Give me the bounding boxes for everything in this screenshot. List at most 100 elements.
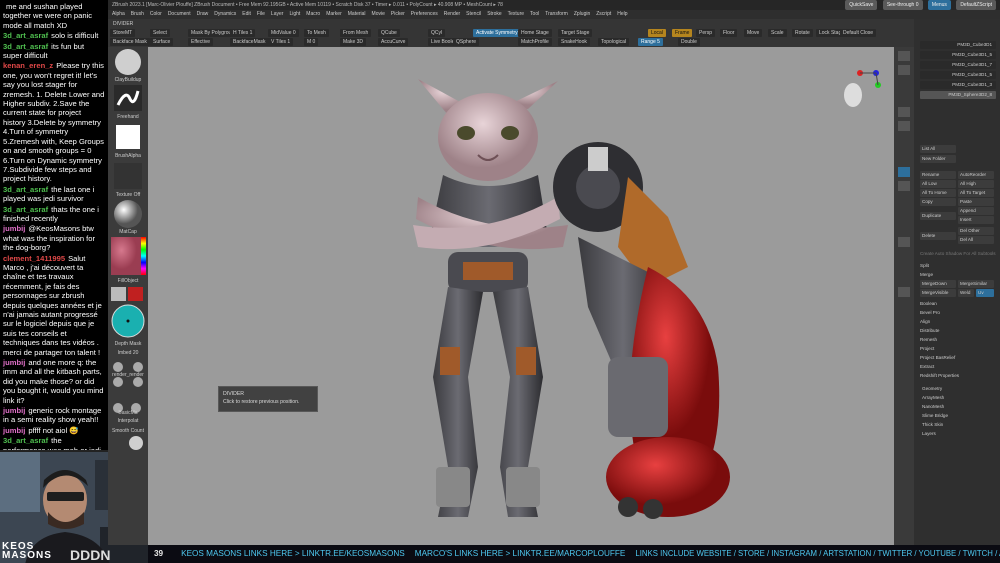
- menu-item-edit[interactable]: Edit: [242, 11, 251, 17]
- menus-button[interactable]: Menus: [927, 0, 951, 10]
- chat-username[interactable]: 3d_art_asraf: [3, 42, 48, 51]
- menu-item-dynamics[interactable]: Dynamics: [214, 11, 236, 17]
- toolbar-button[interactable]: Target Stage: [558, 29, 593, 37]
- toolbar-button[interactable]: Default Close: [840, 29, 877, 37]
- menu-item-layer[interactable]: Layer: [271, 11, 284, 17]
- panel-button[interactable]: Paste: [958, 198, 994, 206]
- menu-item-picker[interactable]: Picker: [391, 11, 405, 17]
- panel-section[interactable]: Extract: [920, 364, 934, 370]
- brushalpha-label[interactable]: BrushAlpha: [112, 153, 144, 159]
- panel-section[interactable]: Boolean: [920, 301, 937, 307]
- toolbar-button[interactable]: Rotate: [792, 29, 813, 37]
- menu-item-tool[interactable]: Tool: [530, 11, 539, 17]
- toolbar-button[interactable]: Surface: [150, 38, 174, 46]
- panel-subsection[interactable]: Layers: [922, 431, 936, 437]
- menu-item-brush[interactable]: Brush: [131, 11, 144, 17]
- chat-username[interactable]: kenan_eren_z: [3, 61, 53, 70]
- chat-username[interactable]: 3d_art_asraf: [3, 31, 48, 40]
- toolbar-button[interactable]: Double: [678, 38, 700, 46]
- panel-section[interactable]: Distribute: [920, 328, 939, 334]
- toolbar-button[interactable]: BackfaceMask: [230, 38, 269, 46]
- menu-item-material[interactable]: Material: [348, 11, 366, 17]
- toolbar-button[interactable]: Move: [744, 29, 763, 37]
- del-all-button[interactable]: Del All: [958, 236, 994, 244]
- texture-off-label[interactable]: Texture Off: [112, 192, 144, 198]
- chat-username[interactable]: jumbij: [3, 358, 25, 367]
- quicksave-button[interactable]: QuickSave: [845, 0, 878, 10]
- subtool-item[interactable]: PM3D_Sphere3D2_8: [920, 91, 996, 99]
- menu-item-document[interactable]: Document: [168, 11, 191, 17]
- canvas-viewport[interactable]: [148, 47, 894, 545]
- chat-username[interactable]: clement_1411995: [3, 254, 65, 263]
- chat-username[interactable]: jumbij: [3, 406, 25, 415]
- toolbar-button[interactable]: H Tiles 1: [230, 29, 256, 37]
- panel-section[interactable]: Project: [920, 346, 934, 352]
- panel-button[interactable]: Copy: [920, 198, 956, 206]
- claybuildup-label[interactable]: ClayBuildup: [112, 77, 144, 83]
- panel-subsection[interactable]: ArrayMesh: [922, 395, 944, 401]
- toolbar-button[interactable]: AccuCurve: [378, 38, 409, 46]
- toolbar-button[interactable]: Persp: [696, 29, 716, 37]
- menu-item-light[interactable]: Light: [289, 11, 300, 17]
- toolbar-button[interactable]: StoreMT: [110, 29, 136, 37]
- toolbar-button[interactable]: To Mesh: [304, 29, 329, 37]
- default-zscript-button[interactable]: DefaultZScript: [956, 0, 996, 10]
- toolbar-button[interactable]: Effective: [188, 38, 214, 46]
- toolbar-button[interactable]: Scale: [768, 29, 787, 37]
- duplicate-button[interactable]: Duplicate: [920, 212, 956, 220]
- menu-item-macro[interactable]: Macro: [306, 11, 320, 17]
- basic-material-label[interactable]: BasicMa: [112, 410, 144, 416]
- toolbar-button[interactable]: Floor: [720, 29, 738, 37]
- menu-item-zscript[interactable]: Zscript: [596, 11, 611, 17]
- depth-mask-label[interactable]: Depth Mask: [112, 341, 144, 347]
- subtool-item[interactable]: PM3D_Cube3D1_7: [920, 61, 996, 69]
- panel-section[interactable]: Remesh: [920, 337, 937, 343]
- panel-button[interactable]: All To Home: [920, 189, 956, 197]
- chat-username[interactable]: 3d_art_asraf: [3, 205, 48, 214]
- matcap-label[interactable]: MatCap: [112, 229, 144, 235]
- banner-text[interactable]: KEOS MASONS LINKS HERE > LINKTR.EE/KEOSM…: [181, 549, 405, 558]
- toolbar-button[interactable]: Activate Symmetry: [473, 29, 521, 37]
- menu-item-movie[interactable]: Movie: [372, 11, 385, 17]
- chat-username[interactable]: jumbij: [3, 224, 25, 233]
- toolbar-button[interactable]: M 0: [304, 38, 319, 46]
- toolbar-button[interactable]: Home Stage: [518, 29, 552, 37]
- panel-section[interactable]: Redshift Properties: [920, 373, 959, 379]
- menu-item-file[interactable]: File: [257, 11, 265, 17]
- weld-toggle[interactable]: Weld: [958, 289, 974, 297]
- panel-section[interactable]: Bevel Pro: [920, 310, 940, 316]
- panel-subsection[interactable]: Geometry: [922, 386, 942, 392]
- see-through-slider[interactable]: See-through 0: [882, 0, 923, 10]
- subtool-item[interactable]: PM3D_Cube3D1_3: [920, 81, 996, 89]
- toolbar-button[interactable]: QSphere: [453, 38, 480, 46]
- menu-item-stencil[interactable]: Stencil: [466, 11, 481, 17]
- toolbar-button[interactable]: MatchProfile: [518, 38, 552, 46]
- subtool-item[interactable]: PM3D_Cube3D1_5: [920, 51, 996, 59]
- panel-button[interactable]: AutoReorder: [958, 171, 994, 179]
- panel-button[interactable]: All High: [958, 180, 994, 188]
- imbed-label[interactable]: Imbed 20: [112, 350, 144, 356]
- mergevisible-button[interactable]: MergeVisible: [920, 289, 956, 297]
- smooth-count-label[interactable]: Smooth Count: [112, 428, 144, 434]
- append-button[interactable]: Append: [958, 207, 994, 215]
- panel-section[interactable]: Align: [920, 319, 930, 325]
- toolbar-button[interactable]: V Tiles 1: [268, 38, 294, 46]
- chat-username[interactable]: 3d_art_asraf: [3, 436, 48, 445]
- mergesimilar-button[interactable]: MergeSimilar: [958, 280, 994, 288]
- menu-item-texture[interactable]: Texture: [508, 11, 524, 17]
- toolbar-button[interactable]: Local: [648, 29, 666, 37]
- menu-item-alpha[interactable]: Alpha: [112, 11, 125, 17]
- toolbar-button[interactable]: Frame: [672, 29, 693, 37]
- panel-button[interactable]: Rename: [920, 171, 956, 179]
- panel-section[interactable]: Project BasRelief: [920, 355, 955, 361]
- toolbar-button[interactable]: MidValue 0: [268, 29, 299, 37]
- new-folder-button[interactable]: New Folder: [920, 155, 956, 163]
- split-section[interactable]: Split: [920, 263, 929, 269]
- uv-toggle[interactable]: Uv: [976, 289, 994, 297]
- toolbar-button[interactable]: QCyl: [428, 29, 446, 37]
- chat-username[interactable]: jumbij: [3, 426, 25, 435]
- merge-section[interactable]: Merge: [920, 272, 933, 278]
- menu-item-transform[interactable]: Transform: [545, 11, 568, 17]
- freehand-label[interactable]: Freehand: [112, 114, 144, 120]
- insert-button[interactable]: Insert: [958, 216, 994, 224]
